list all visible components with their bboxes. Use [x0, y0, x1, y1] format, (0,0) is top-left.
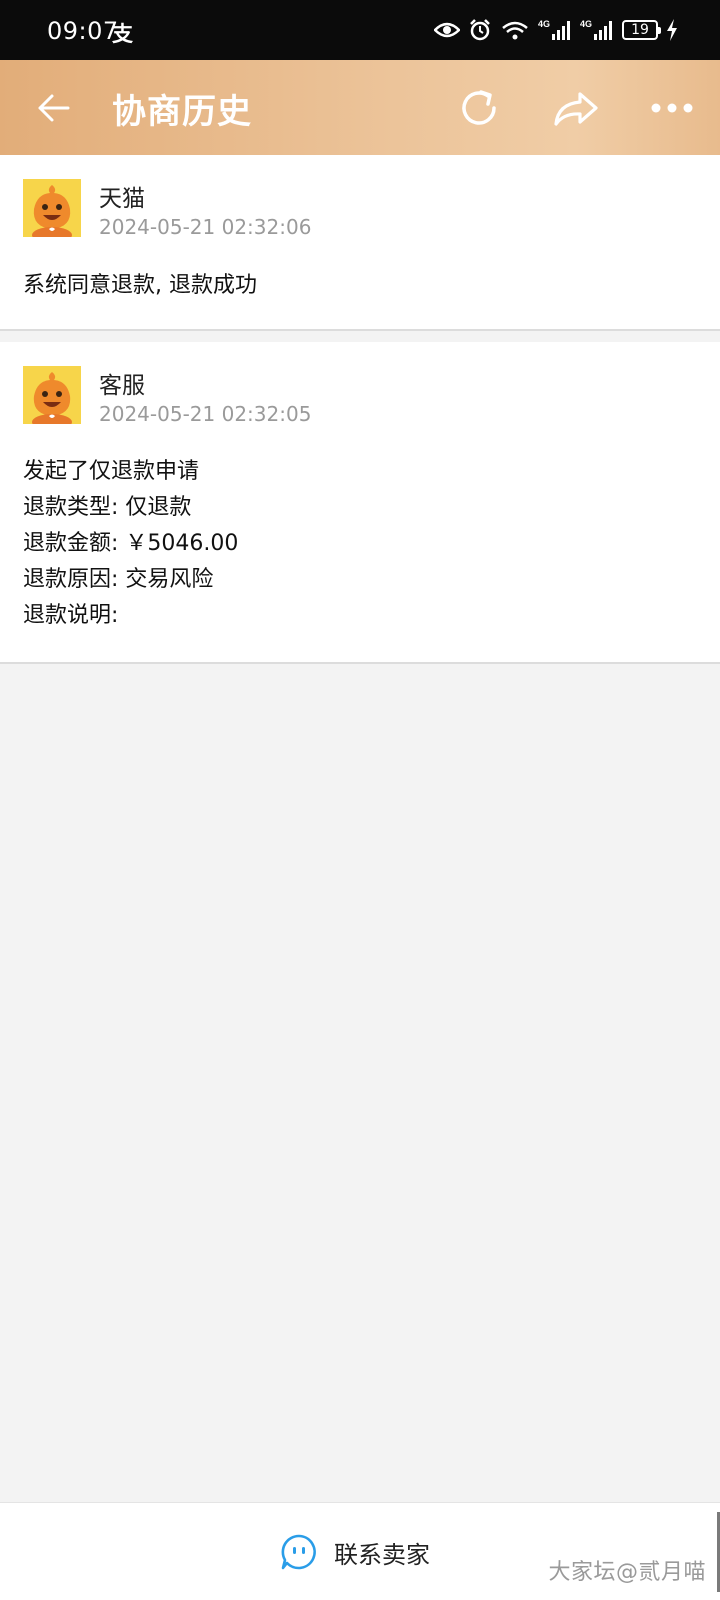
bottom-bar: 联系卖家 大家坛@贰月喵	[0, 1502, 720, 1600]
message-line: 退款类型: 仅退款	[23, 495, 192, 520]
alipay-indicator-icon: 支	[112, 22, 133, 46]
message-time: 2024-05-21 02:32:06	[99, 215, 312, 239]
message-line: 退款金额: ￥5046.00	[23, 531, 239, 556]
svg-text:4G: 4G	[538, 19, 550, 29]
battery-icon: 19	[622, 20, 661, 40]
message-body: 系统同意退款, 退款成功	[23, 268, 257, 304]
message-body: 发起了仅退款申请 退款类型: 仅退款 退款金额: ￥5046.00 退款原因: …	[23, 454, 238, 634]
title-bar: 协商历史	[0, 60, 720, 155]
watermark: 大家坛@贰月喵	[548, 1560, 706, 1585]
message-line: 发起了仅退款申请	[23, 459, 200, 484]
message-time: 2024-05-21 02:32:05	[99, 402, 312, 426]
message-card: 客服 2024-05-21 02:32:05 发起了仅退款申请 退款类型: 仅退…	[0, 342, 720, 664]
refresh-icon[interactable]	[455, 84, 503, 132]
eye-icon	[434, 22, 460, 38]
wifi-icon	[502, 21, 528, 40]
charging-icon	[667, 19, 677, 41]
status-icons: 4G 4G 19	[434, 14, 678, 46]
sender-name: 客服	[99, 373, 145, 399]
avatar	[23, 366, 81, 424]
svg-text:4G: 4G	[580, 19, 592, 29]
status-time: 09:07	[47, 17, 119, 45]
contact-seller-label: 联系卖家	[334, 1540, 430, 1569]
mascot-avatar-icon	[23, 366, 81, 424]
avatar	[23, 179, 81, 237]
page-title: 协商历史	[112, 92, 252, 132]
message-line: 系统同意退款, 退款成功	[23, 273, 257, 298]
signal-4g-icon: 4G	[538, 19, 570, 40]
alarm-icon	[470, 19, 490, 41]
back-arrow-icon[interactable]	[34, 88, 74, 128]
message-card: 天猫 2024-05-21 02:32:06 系统同意退款, 退款成功	[0, 155, 720, 331]
message-line: 退款原因: 交易风险	[23, 567, 214, 592]
more-dots-icon[interactable]	[650, 96, 694, 120]
signal-4g-icon: 4G	[580, 19, 612, 40]
message-line: 退款说明:	[23, 603, 119, 628]
chat-bubble-icon	[281, 1534, 316, 1570]
contact-seller-button[interactable]: 联系卖家	[280, 1531, 430, 1573]
sender-name: 天猫	[99, 186, 145, 212]
status-bar: 09:07 支 4G 4G 19	[0, 0, 720, 60]
share-icon[interactable]	[550, 84, 602, 132]
mascot-avatar-icon	[23, 179, 81, 237]
